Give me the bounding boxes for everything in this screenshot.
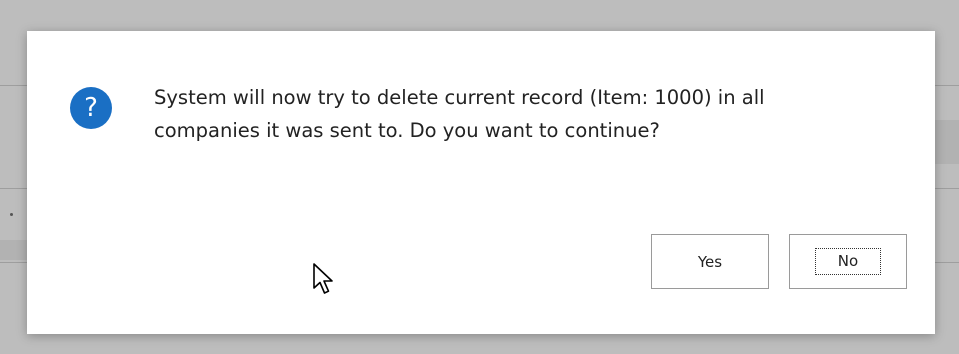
mouse-pointer-icon [313, 263, 333, 294]
dialog-message: System will now try to delete current re… [154, 81, 874, 147]
dialog-message-line-2: companies it was sent to. Do you want to… [154, 119, 660, 142]
background-bullet [10, 213, 13, 216]
no-button-label: No [814, 248, 882, 275]
background-row [0, 240, 27, 260]
background-row [935, 120, 959, 164]
yes-button-label: Yes [697, 252, 723, 271]
yes-button[interactable]: Yes [651, 234, 769, 289]
confirmation-dialog: ? System will now try to delete current … [27, 31, 935, 334]
question-icon: ? [70, 87, 112, 129]
no-button[interactable]: No [789, 234, 907, 289]
dialog-message-line-1: System will now try to delete current re… [154, 86, 765, 109]
